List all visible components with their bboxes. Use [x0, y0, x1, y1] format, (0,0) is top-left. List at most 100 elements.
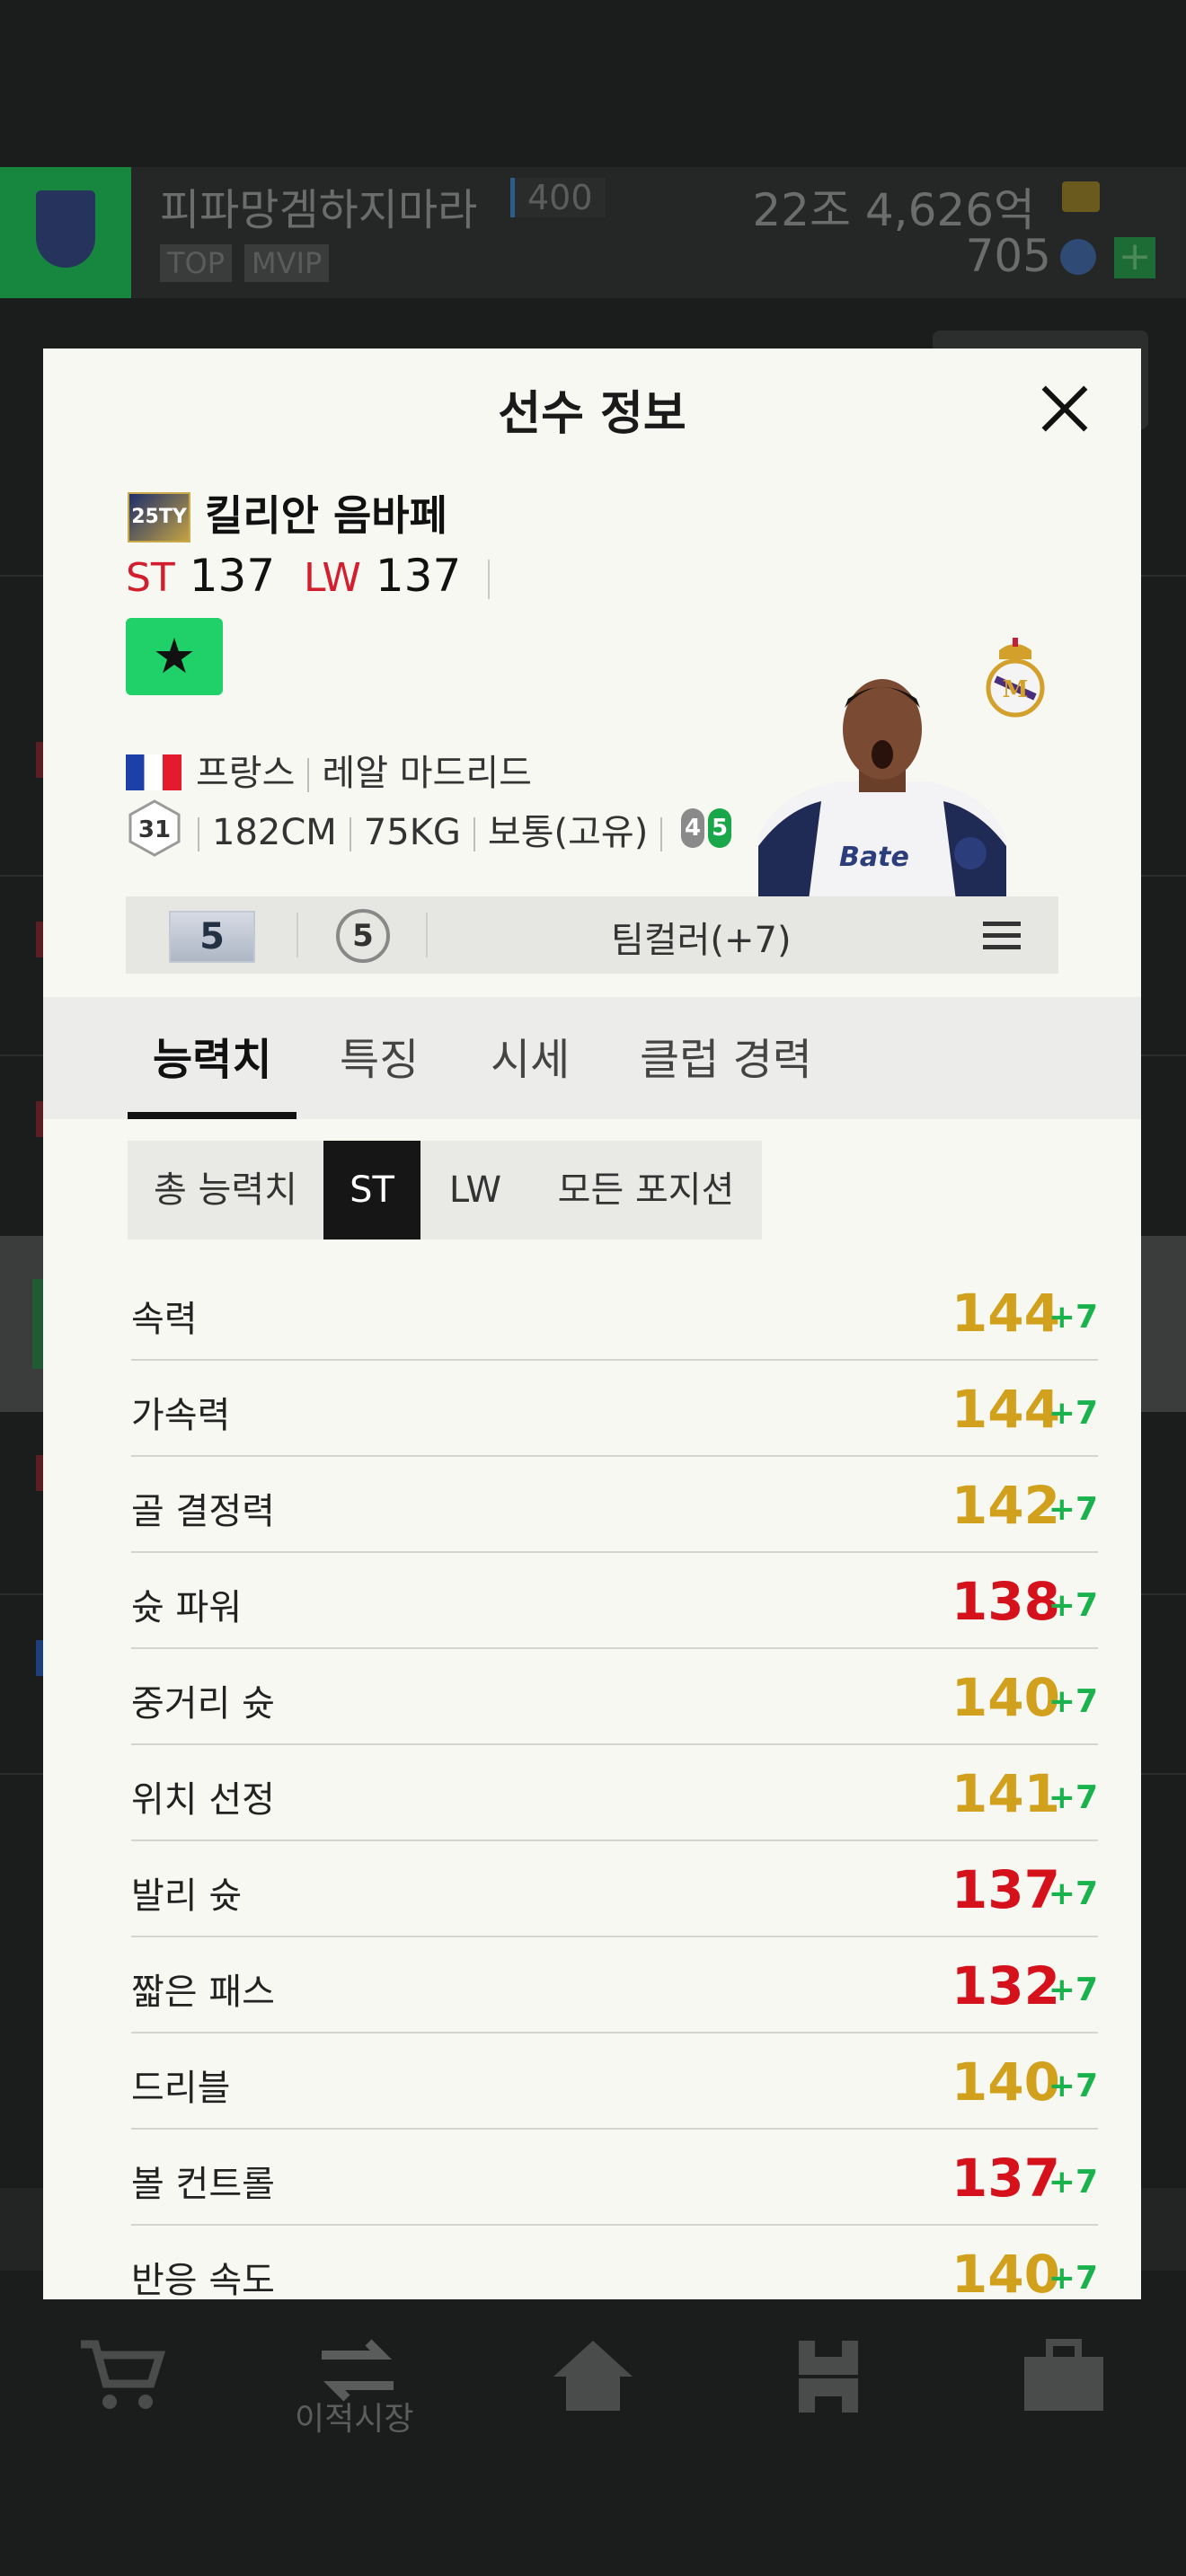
stat-name: 짧은 패스	[131, 1972, 275, 2013]
stat-name: 골 결정력	[131, 1491, 275, 1532]
stat-value: 140	[951, 1667, 1060, 1728]
stat-row: 반응 속도 140 +7	[131, 2226, 1098, 2299]
top-badge: TOP	[160, 244, 233, 282]
stat-value: 140	[951, 2244, 1060, 2299]
stat-name: 볼 컨트롤	[131, 2164, 275, 2205]
divider	[488, 559, 491, 599]
position-ovr: 137	[375, 550, 462, 602]
divider	[296, 913, 298, 957]
home-icon[interactable]	[539, 2335, 647, 2425]
stat-bonus: +7	[1048, 1972, 1098, 2008]
fc-amount: 705	[965, 230, 1051, 282]
stat-bonus: +7	[1048, 1779, 1098, 1816]
nation-club-line: 프랑스 레알 마드리드	[196, 744, 532, 796]
height-value: 182CM	[212, 812, 337, 853]
stat-name: 속력	[131, 1299, 198, 1340]
weight-value: 75KG	[363, 812, 461, 853]
mvip-badge: MVIP	[244, 244, 330, 282]
stat-value: 142	[951, 1475, 1060, 1536]
active-tab-indicator	[128, 1112, 296, 1119]
subtab-st[interactable]: ST	[323, 1141, 420, 1239]
stat-name: 가속력	[131, 1395, 231, 1436]
level-plate[interactable]: 5	[169, 911, 255, 963]
stat-bonus: +7	[1048, 1491, 1098, 1528]
stat-value: 132	[951, 1955, 1060, 2016]
card-action-bar: 5 5 팀컬러(+7)	[126, 896, 1058, 974]
weak-foot-badge: 4	[681, 808, 704, 848]
grade-star-icon: ★	[126, 618, 223, 695]
stat-value: 137	[951, 2148, 1060, 2209]
tab-stats[interactable]: 능력치	[153, 1024, 271, 1087]
stat-row: 발리 슛 137 +7	[131, 1841, 1098, 1937]
team-crest-icon	[0, 167, 131, 298]
tab-price[interactable]: 시세	[491, 1024, 570, 1087]
club-name: 레알 마드리드	[322, 753, 532, 794]
bp-ticket-icon	[1062, 181, 1100, 212]
subtab-total[interactable]: 총 능력치	[128, 1141, 323, 1239]
stat-bonus: +7	[1048, 1875, 1098, 1912]
position-ovr-row: ST 137 LW 137	[126, 550, 491, 602]
stat-bonus: +7	[1048, 2068, 1098, 2104]
position-filter: 총 능력치 ST LW 모든 포지션	[128, 1141, 762, 1239]
enhance-level-badge[interactable]: 5	[336, 909, 390, 963]
nation-name: 프랑스	[196, 753, 296, 794]
stat-row: 볼 컨트롤 137 +7	[131, 2130, 1098, 2226]
stat-value: 138	[951, 1571, 1060, 1632]
stat-name: 슛 파워	[131, 1587, 243, 1628]
tab-traits[interactable]: 특징	[340, 1024, 419, 1087]
stat-row: 가속력 144 +7	[131, 1361, 1098, 1457]
modal-title: 선수 정보	[498, 387, 686, 441]
stat-value: 140	[951, 2051, 1060, 2113]
team-color-label[interactable]: 팀컬러(+7)	[611, 911, 792, 963]
position-label: ST	[126, 555, 175, 601]
stat-name: 반응 속도	[131, 2260, 275, 2299]
stat-bonus: +7	[1048, 1683, 1098, 1720]
subtab-lw[interactable]: LW	[420, 1141, 530, 1239]
body-type-value: 보통(고유)	[487, 812, 649, 853]
stat-bonus: +7	[1048, 1395, 1098, 1432]
tab-club-career[interactable]: 클럽 경력	[640, 1024, 812, 1087]
nav-transfer-label[interactable]: 이적시장	[295, 2393, 413, 2439]
profile-level: 400	[510, 178, 606, 217]
close-icon[interactable]	[1040, 384, 1089, 433]
stat-name: 발리 슛	[131, 1875, 243, 1917]
hamburger-menu-icon[interactable]	[983, 922, 1021, 950]
stat-list: 속력 144 +7 가속력 144 +7 골 결정력 142 +7 슛 파워 138 +7 중거리 슛1…	[131, 1265, 1098, 2299]
stat-name: 드리블	[131, 2068, 231, 2109]
stat-bonus: +7	[1048, 1587, 1098, 1624]
stat-bonus: +7	[1048, 2260, 1098, 2297]
stat-value: 141	[951, 1763, 1060, 1824]
physical-info-line: 182CM 75KG 보통(고유)	[198, 803, 675, 855]
stat-value: 137	[951, 1859, 1060, 1920]
position-ovr: 137	[189, 550, 276, 602]
player-info-modal: 선수 정보 25TY 킬리안 음바페 ST 137 LW 137 ★ 프랑스 레알…	[43, 348, 1141, 2299]
divider	[426, 913, 428, 957]
player-name: 킬리안 음바페	[205, 491, 447, 540]
stat-row: 위치 선정 141 +7	[131, 1745, 1098, 1841]
stat-value: 144	[951, 1379, 1060, 1440]
stat-name: 위치 선정	[131, 1779, 275, 1821]
fc-coin-icon	[1060, 239, 1096, 275]
stat-row: 드리블 140 +7	[131, 2033, 1098, 2130]
stat-row: 슛 파워 138 +7	[131, 1553, 1098, 1649]
strong-foot-badge: 5	[708, 808, 731, 848]
position-label: LW	[303, 555, 361, 601]
stat-value: 144	[951, 1283, 1060, 1344]
age-hexagon: 31	[128, 799, 181, 857]
stat-row: 짧은 패스 132 +7	[131, 1937, 1098, 2033]
svg-text:Bate: Bate	[839, 842, 909, 873]
info-tabs: 능력치 특징 시세 클럽 경력	[43, 997, 1141, 1119]
briefcase-icon[interactable]	[1010, 2335, 1118, 2425]
shop-cart-icon[interactable]	[66, 2335, 174, 2425]
profile-name: 피파망겜하지마라	[160, 185, 478, 235]
stat-name: 중거리 슛	[131, 1683, 275, 1725]
season-badge: 25TY	[128, 492, 190, 543]
age-value: 31	[138, 816, 171, 843]
player-portrait: Bate	[758, 679, 1006, 900]
france-flag-icon	[126, 754, 181, 790]
squad-field-icon[interactable]	[774, 2335, 882, 2425]
stat-bonus: +7	[1048, 1299, 1098, 1336]
stat-row: 골 결정력 142 +7	[131, 1457, 1098, 1553]
subtab-all-positions[interactable]: 모든 포지션	[530, 1141, 762, 1239]
add-currency-button[interactable]: +	[1114, 237, 1155, 278]
